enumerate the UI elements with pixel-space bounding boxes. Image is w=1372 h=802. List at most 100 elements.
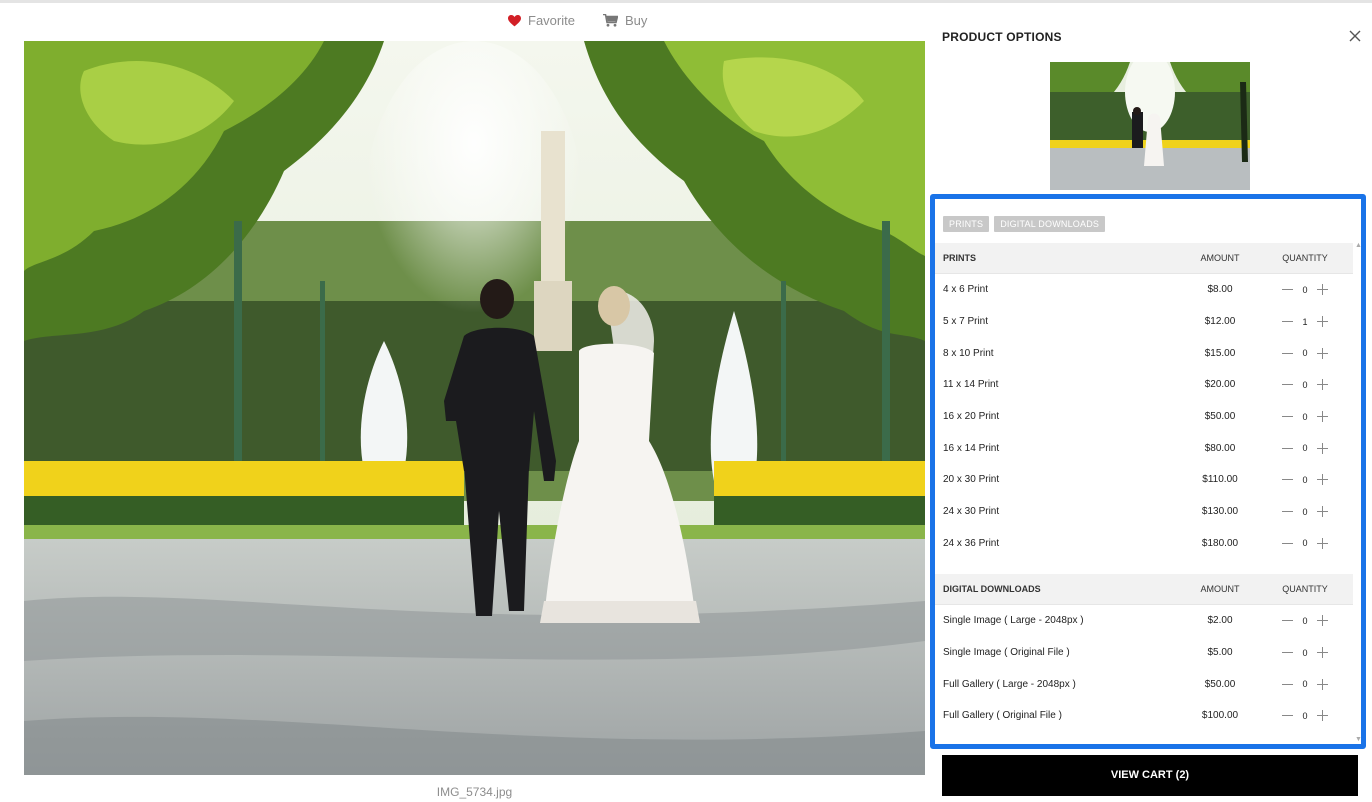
option-amount: $2.00 — [1207, 615, 1233, 627]
option-name: 4 x 6 Print — [943, 284, 989, 296]
tab-prints[interactable]: PRINTS — [943, 216, 990, 232]
scroll-down-icon[interactable]: ▼ — [1355, 736, 1361, 743]
wedding-photo-image — [24, 41, 925, 775]
heart-icon — [508, 14, 521, 26]
option-row: 16 x 20 Print $50.00 0 — [935, 401, 1353, 433]
quantity-stepper: 0 — [1257, 647, 1353, 659]
quantity-value: 0 — [1302, 615, 1308, 626]
quantity-stepper: 1 — [1257, 316, 1353, 328]
quantity-stepper: 0 — [1257, 379, 1353, 391]
option-row: Single Image ( Large - 2048px ) $2.00 0 — [935, 605, 1353, 637]
plus-icon[interactable] — [1317, 615, 1328, 627]
minus-icon[interactable] — [1282, 506, 1293, 517]
quantity-value: 0 — [1302, 647, 1308, 658]
buy-button[interactable]: Buy — [602, 13, 647, 28]
minus-icon[interactable] — [1282, 411, 1293, 422]
option-name: 20 x 30 Print — [943, 474, 1000, 486]
options-scrollbar[interactable]: ▲ ▼ — [1355, 242, 1361, 743]
option-row: 20 x 30 Print $110.00 0 — [935, 464, 1353, 496]
quantity-value: 0 — [1302, 710, 1308, 721]
plus-icon[interactable] — [1317, 678, 1328, 690]
photo-filename: IMG_5734.jpg — [436, 785, 513, 799]
quantity-stepper: 0 — [1257, 537, 1353, 549]
minus-icon[interactable] — [1282, 316, 1293, 327]
minus-icon[interactable] — [1282, 284, 1293, 295]
product-options-panel: PRODUCT OPTIONS PRINTS DIGITAL DOWNLOADS… — [926, 3, 1372, 802]
minus-icon[interactable] — [1282, 647, 1293, 658]
product-thumbnail — [1050, 62, 1250, 190]
main-photo[interactable] — [24, 41, 925, 775]
option-name: Single Image ( Large - 2048px ) — [943, 615, 1084, 627]
plus-icon[interactable] — [1317, 537, 1328, 549]
option-row: Full Gallery ( Large - 2048px ) $50.00 0 — [935, 668, 1353, 700]
option-row: 11 x 14 Print $20.00 0 — [935, 369, 1353, 401]
quantity-header: QUANTITY — [1282, 253, 1328, 263]
options-box: PRINTS DIGITAL DOWNLOADS PRINTS AMOUNT Q… — [930, 194, 1366, 749]
option-amount: $20.00 — [1204, 379, 1236, 391]
plus-icon[interactable] — [1317, 474, 1328, 486]
option-name: Single Image ( Original File ) — [943, 647, 1070, 659]
prints-section: PRINTS AMOUNT QUANTITY 4 x 6 Print $8.00 0… — [935, 243, 1353, 559]
photo-actions: Favorite Buy — [508, 13, 647, 28]
prints-header: PRINTS AMOUNT QUANTITY — [935, 243, 1353, 274]
option-amount: $5.00 — [1207, 647, 1233, 659]
shopping-cart-icon — [602, 14, 618, 27]
option-name: 5 x 7 Print — [943, 316, 989, 328]
minus-icon[interactable] — [1282, 615, 1293, 626]
option-amount: $12.00 — [1204, 316, 1236, 328]
minus-icon[interactable] — [1282, 379, 1293, 390]
quantity-stepper: 0 — [1257, 678, 1353, 690]
quantity-stepper: 0 — [1257, 442, 1353, 454]
minus-icon[interactable] — [1282, 443, 1293, 454]
plus-icon[interactable] — [1317, 347, 1328, 359]
option-row: 24 x 30 Print $130.00 0 — [935, 496, 1353, 528]
quantity-header: QUANTITY — [1282, 584, 1328, 594]
view-cart-button[interactable]: VIEW CART (2) — [942, 755, 1358, 796]
minus-icon[interactable] — [1282, 710, 1293, 721]
option-name: 24 x 30 Print — [943, 506, 1000, 518]
option-amount: $130.00 — [1201, 506, 1239, 518]
option-row: 24 x 36 Print $180.00 0 — [935, 528, 1353, 560]
option-name: 24 x 36 Print — [943, 537, 1000, 549]
minus-icon[interactable] — [1282, 679, 1293, 690]
quantity-value: 0 — [1302, 443, 1308, 454]
quantity-value: 1 — [1302, 316, 1308, 327]
option-amount: $80.00 — [1204, 442, 1236, 454]
downloads-section: DIGITAL DOWNLOADS AMOUNT QUANTITY Single… — [935, 574, 1353, 732]
amount-header: AMOUNT — [1200, 584, 1240, 594]
option-row: Full Gallery ( Original File ) $100.00 0 — [935, 700, 1353, 732]
option-row: Single Image ( Original File ) $5.00 0 — [935, 637, 1353, 669]
favorite-label: Favorite — [528, 13, 575, 28]
option-amount: $15.00 — [1204, 347, 1236, 359]
quantity-value: 0 — [1302, 348, 1308, 359]
close-icon[interactable] — [1349, 30, 1361, 42]
plus-icon[interactable] — [1317, 411, 1328, 423]
plus-icon[interactable] — [1317, 647, 1328, 659]
minus-icon[interactable] — [1282, 538, 1293, 549]
option-name: 16 x 14 Print — [943, 442, 1000, 454]
quantity-value: 0 — [1302, 284, 1308, 295]
plus-icon[interactable] — [1317, 442, 1328, 454]
quantity-value: 0 — [1302, 411, 1308, 422]
quantity-stepper: 0 — [1257, 411, 1353, 423]
option-name: Full Gallery ( Large - 2048px ) — [943, 678, 1076, 690]
plus-icon[interactable] — [1317, 284, 1328, 296]
plus-icon[interactable] — [1317, 316, 1328, 328]
plus-icon[interactable] — [1317, 379, 1328, 391]
option-row: 4 x 6 Print $8.00 0 — [935, 274, 1353, 306]
quantity-stepper: 0 — [1257, 615, 1353, 627]
option-amount: $50.00 — [1204, 411, 1236, 423]
plus-icon[interactable] — [1317, 710, 1328, 722]
plus-icon[interactable] — [1317, 506, 1328, 518]
downloads-heading: DIGITAL DOWNLOADS — [943, 584, 1041, 594]
option-row: 16 x 14 Print $80.00 0 — [935, 432, 1353, 464]
scroll-up-icon[interactable]: ▲ — [1355, 242, 1361, 249]
tab-digital-downloads[interactable]: DIGITAL DOWNLOADS — [994, 216, 1106, 232]
quantity-value: 0 — [1302, 506, 1308, 517]
minus-icon[interactable] — [1282, 474, 1293, 485]
option-amount: $100.00 — [1201, 710, 1239, 722]
favorite-button[interactable]: Favorite — [508, 13, 575, 28]
minus-icon[interactable] — [1282, 348, 1293, 359]
option-name: Full Gallery ( Original File ) — [943, 710, 1062, 722]
panel-title: PRODUCT OPTIONS — [942, 30, 1062, 44]
